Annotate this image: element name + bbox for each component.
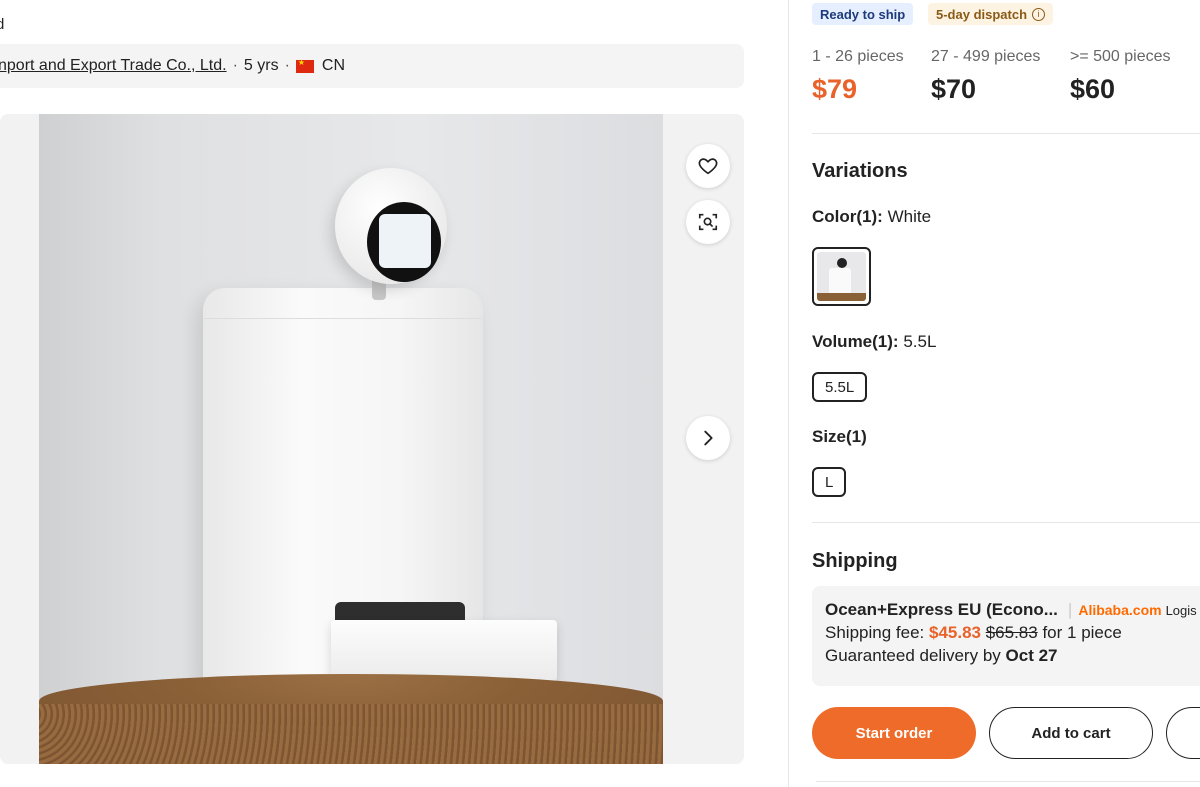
ready-to-ship-badge: Ready to ship — [812, 3, 914, 25]
product-gallery — [0, 114, 744, 764]
supplier-bar: nport and Export Trade Co., Ltd. · 5 yrs… — [0, 44, 744, 88]
feeder-lid-line — [204, 318, 482, 319]
volume-label-row: Volume(1): 5.5L — [812, 332, 936, 352]
size-option[interactable]: L — [812, 467, 847, 497]
color-label-row: Color(1): White — [812, 207, 931, 227]
chevron-right-icon — [704, 430, 713, 446]
price-tier: 1 - 26 pieces $79 — [812, 48, 904, 105]
swatch-ground — [817, 293, 866, 301]
tier-price: $70 — [931, 74, 977, 104]
favorite-button[interactable] — [686, 144, 730, 188]
next-image-button[interactable] — [686, 416, 730, 460]
visual-search-button[interactable] — [686, 200, 730, 244]
delivery-row: Guaranteed delivery by Oct 27 — [825, 646, 1199, 666]
logistics-label: Logis — [1165, 602, 1197, 618]
alibaba-logo: Alibaba.com — [1078, 602, 1162, 618]
swatch-thumbnail — [817, 252, 866, 301]
screen-display — [379, 214, 431, 268]
shipping-title: Shipping — [812, 550, 898, 572]
section-divider — [812, 133, 1200, 134]
column-divider — [788, 0, 789, 787]
volume-option[interactable]: 5.5L — [812, 372, 868, 402]
fee-label: Shipping fee: — [825, 623, 925, 642]
color-value: White — [887, 207, 932, 226]
info-icon[interactable]: i — [1032, 7, 1046, 21]
tier-range: >= 500 pieces — [1070, 48, 1171, 65]
swatch-feeder — [829, 268, 851, 296]
delivery-label: Guaranteed delivery by — [825, 646, 1001, 665]
tier-price: $79 — [812, 74, 858, 104]
size-label-row: Size(1) — [812, 427, 867, 447]
shipping-method-row: Ocean+Express EU (Econo... | Alibaba.com… — [825, 600, 1199, 620]
heart-icon — [698, 158, 718, 175]
variations-title: Variations — [812, 160, 908, 182]
supplier-country: CN — [321, 57, 346, 74]
more-actions-button[interactable] — [1166, 707, 1200, 759]
china-flag-icon — [295, 58, 314, 73]
breadcrumb-fragment: d — [0, 16, 5, 33]
image-search-icon — [698, 213, 718, 231]
color-label: Color(1): — [812, 207, 883, 226]
supplier-years: 5 yrs — [243, 57, 279, 74]
price-tier: 27 - 499 pieces $70 — [931, 48, 1040, 105]
color-swatch-white[interactable] — [812, 247, 871, 306]
fee-suffix: for 1 piece — [1042, 623, 1122, 642]
price-tier: >= 500 pieces $60 — [1070, 48, 1171, 105]
kibble-texture — [39, 704, 663, 764]
section-divider — [812, 522, 1200, 523]
supplier-name-link[interactable]: nport and Export Trade Co., Ltd. — [0, 57, 227, 75]
separator-dot: · — [284, 57, 290, 74]
shipping-fee: $45.83 — [928, 623, 981, 642]
dispatch-badge[interactable]: 5-day dispatch i — [928, 3, 1054, 25]
add-to-cart-button[interactable]: Add to cart — [989, 707, 1153, 759]
volume-label: Volume(1): — [812, 332, 899, 351]
separator-dot: · — [232, 57, 238, 74]
product-image[interactable] — [39, 114, 663, 764]
tier-range: 1 - 26 pieces — [812, 48, 904, 65]
tier-range: 27 - 499 pieces — [931, 48, 1041, 65]
shipping-box[interactable]: Ocean+Express EU (Econo... | Alibaba.com… — [812, 586, 1200, 686]
tier-price: $60 — [1070, 74, 1116, 104]
shipping-method: Ocean+Express EU (Econo... — [825, 600, 1058, 619]
volume-value: 5.5L — [903, 332, 937, 351]
swatch-head — [837, 258, 847, 268]
shipping-fee-row: Shipping fee: $45.83 $65.83 for 1 piece — [825, 623, 1199, 643]
delivery-date: Oct 27 — [1005, 646, 1058, 665]
dispatch-label: 5-day dispatch — [936, 6, 1028, 22]
separator: | — [1067, 600, 1073, 619]
section-divider — [816, 781, 1200, 782]
original-fee: $65.83 — [985, 623, 1038, 642]
size-label: Size(1) — [812, 427, 867, 446]
start-order-button[interactable]: Start order — [812, 707, 976, 759]
